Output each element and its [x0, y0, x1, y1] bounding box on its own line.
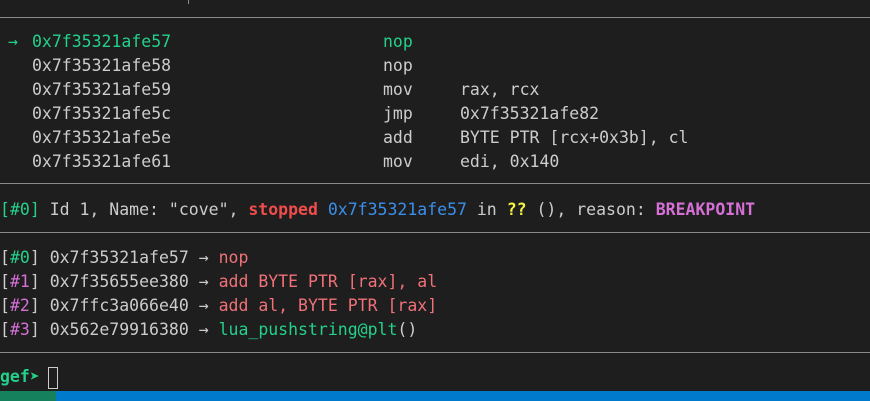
thread-index: #0 [9, 200, 30, 219]
code-line: 0x7f35321afe59 mov rax, rcx [0, 78, 539, 102]
frame-index: #3 [9, 320, 30, 339]
thread-in-text: in [476, 200, 497, 219]
gef-prompt: gef➤ [0, 367, 40, 386]
frame-arrow-icon: → [198, 272, 209, 291]
code-mnemonic: add [383, 128, 413, 147]
thread-address: 0x7f35321afe57 [327, 200, 467, 219]
thread-line: [#0] Id 1, Name: "cove", stopped 0x7f353… [0, 200, 756, 219]
code-address: 0x7f35321afe5c [32, 104, 172, 123]
top-pane-fragment [188, 0, 189, 4]
current-instruction-arrow-icon: → [8, 32, 18, 51]
trace-section-separator [0, 232, 870, 233]
frame-instruction: add al, BYTE PTR [rax] [218, 296, 438, 315]
thread-state: stopped [248, 200, 318, 219]
code-address: 0x7f35321afe57 [32, 32, 172, 51]
remote-indicator[interactable] [0, 391, 56, 401]
code-mnemonic: jmp [383, 104, 413, 123]
terminal-cursor[interactable] [47, 366, 58, 389]
code-mnemonic: nop [383, 32, 413, 51]
frame-arrow-icon: → [198, 320, 209, 339]
frame-call-suffix: () [397, 320, 418, 339]
frame-address: 0x7f35655ee380 [49, 272, 189, 291]
frame-index: #2 [9, 296, 30, 315]
code-line-current: → 0x7f35321afe57 nop [0, 30, 413, 54]
code-address: 0x7f35321afe61 [32, 152, 172, 171]
frame-arrow-icon: → [198, 296, 209, 315]
frame-address: 0x7ffc3a066e40 [49, 296, 189, 315]
frame-index: #1 [9, 272, 30, 291]
code-operands: edi, 0x140 [460, 152, 560, 171]
code-operands: BYTE PTR [rcx+0x3b], cl [460, 128, 689, 147]
code-operands: rax, rcx [460, 80, 540, 99]
code-line: 0x7f35321afe61 mov edi, 0x140 [0, 150, 559, 174]
code-address: 0x7f35321afe5e [32, 128, 172, 147]
prompt-line[interactable]: gef➤ [0, 365, 58, 389]
frame-index: #0 [9, 248, 30, 267]
code-line: 0x7f35321afe58 nop [0, 54, 413, 78]
code-section-separator [0, 17, 870, 18]
code-mnemonic: mov [383, 80, 413, 99]
code-line: 0x7f35321afe5c jmp 0x7f35321afe82 [0, 102, 599, 126]
thread-info: Id 1, Name: "cove", [49, 200, 239, 219]
trace-frame: [#0] 0x7f35321afe57 → nop [0, 248, 249, 267]
code-mnemonic: nop [383, 56, 413, 75]
threads-section-separator [0, 183, 870, 184]
frame-address: 0x562e79916380 [49, 320, 189, 339]
trace-frame: [#3] 0x562e79916380 → lua_pushstring@plt… [0, 320, 418, 339]
status-bar [0, 391, 870, 401]
prompt-section-separator [0, 352, 870, 353]
code-line: 0x7f35321afe5e add BYTE PTR [rcx+0x3b], … [0, 126, 688, 150]
frame-function: lua_pushstring@plt [218, 320, 398, 339]
trace-frame: [#1] 0x7f35655ee380 → add BYTE PTR [rax]… [0, 272, 438, 291]
frame-arrow-icon: → [198, 248, 209, 267]
thread-args: (), reason: [536, 200, 646, 219]
frame-instruction: add BYTE PTR [rax], al [218, 272, 438, 291]
trace-frame: [#2] 0x7ffc3a066e40 → add al, BYTE PTR [… [0, 296, 438, 315]
code-address: 0x7f35321afe59 [32, 80, 172, 99]
code-mnemonic: mov [383, 152, 413, 171]
thread-reason: BREAKPOINT [655, 200, 756, 219]
frame-address: 0x7f35321afe57 [49, 248, 189, 267]
frame-instruction: nop [218, 248, 249, 267]
thread-function: ?? [506, 200, 527, 219]
code-operands: 0x7f35321afe82 [460, 104, 600, 123]
code-address: 0x7f35321afe58 [32, 56, 172, 75]
